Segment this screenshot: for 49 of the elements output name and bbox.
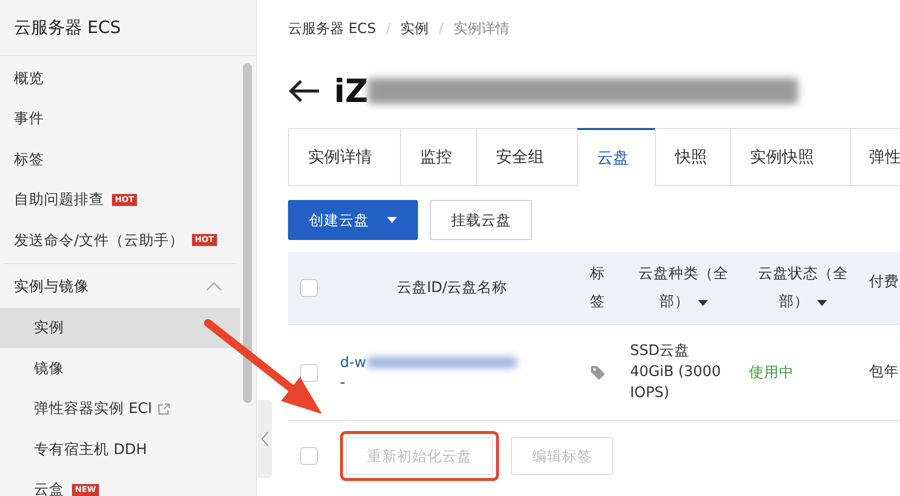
chevron-up-icon: [206, 282, 222, 291]
tab[interactable]: 快照: [655, 128, 730, 186]
sidebar-item[interactable]: 标签: [0, 139, 240, 180]
breadcrumb-current: 实例详情: [453, 20, 510, 38]
column-header[interactable]: 云盘状态（全部）: [749, 260, 857, 316]
chevron-left-icon: [261, 431, 269, 447]
breadcrumb-link[interactable]: 云服务器 ECS: [288, 20, 376, 38]
sidebar-item[interactable]: 自助问题排查 HOT: [0, 180, 240, 220]
back-arrow-icon[interactable]: [288, 79, 320, 103]
sidebar-group-header[interactable]: 实例与镜像: [0, 266, 240, 308]
hot-badge: NEW: [72, 484, 99, 496]
breadcrumb-separator: /: [438, 21, 444, 37]
tab[interactable]: 实例快照: [730, 128, 850, 186]
create-disk-button[interactable]: 创建云盘: [288, 200, 418, 240]
tab[interactable]: 实例详情: [288, 128, 400, 186]
breadcrumb-link[interactable]: 实例: [400, 20, 429, 38]
collapse-handle[interactable]: [258, 400, 272, 478]
checkbox[interactable]: [300, 364, 318, 382]
page-title: iZ: [334, 72, 368, 110]
sidebar-item[interactable]: 概览: [0, 58, 240, 98]
hot-badge: HOT: [112, 194, 137, 206]
breadcrumb-separator: /: [386, 21, 391, 37]
caret-icon: [387, 217, 397, 223]
disk-name: -: [340, 374, 346, 390]
checkbox[interactable]: [300, 447, 318, 465]
hot-badge: HOT: [192, 234, 217, 246]
sidebar-item[interactable]: 镜像: [0, 348, 240, 388]
attach-disk-button[interactable]: 挂载云盘: [430, 200, 532, 240]
sidebar-item[interactable]: 发送命令/文件（云助手） HOT: [0, 220, 240, 260]
tab[interactable]: 监控: [400, 128, 476, 186]
billing-type: 包年: [869, 363, 899, 382]
disk-id-link[interactable]: d-w: [340, 354, 366, 370]
column-header: 标签: [590, 265, 606, 312]
column-header: 云盘ID/云盘名称: [396, 279, 508, 298]
disk-status: 使用中: [749, 364, 794, 382]
column-header[interactable]: 云盘种类（全部）: [630, 260, 737, 316]
scrollbar[interactable]: [243, 63, 252, 403]
checkbox[interactable]: [300, 279, 318, 297]
disk-type: SSD云盘 40GiB (3000 IOPS): [630, 342, 722, 403]
sidebar-title: 云服务器 ECS: [0, 0, 256, 56]
sidebar-item[interactable]: 云盒 NEW: [0, 470, 240, 496]
column-header: 付费: [869, 273, 899, 292]
tag-icon[interactable]: [590, 364, 606, 380]
sidebar-item[interactable]: 弹性容器实例 ECI: [0, 388, 240, 429]
sidebar-item[interactable]: 事件: [0, 98, 240, 139]
tab[interactable]: 安全组: [476, 128, 577, 186]
tab[interactable]: 云盘: [577, 128, 655, 187]
sidebar-item[interactable]: 专有宿主机 DDH: [0, 429, 240, 470]
sidebar-item[interactable]: 实例: [0, 308, 240, 348]
